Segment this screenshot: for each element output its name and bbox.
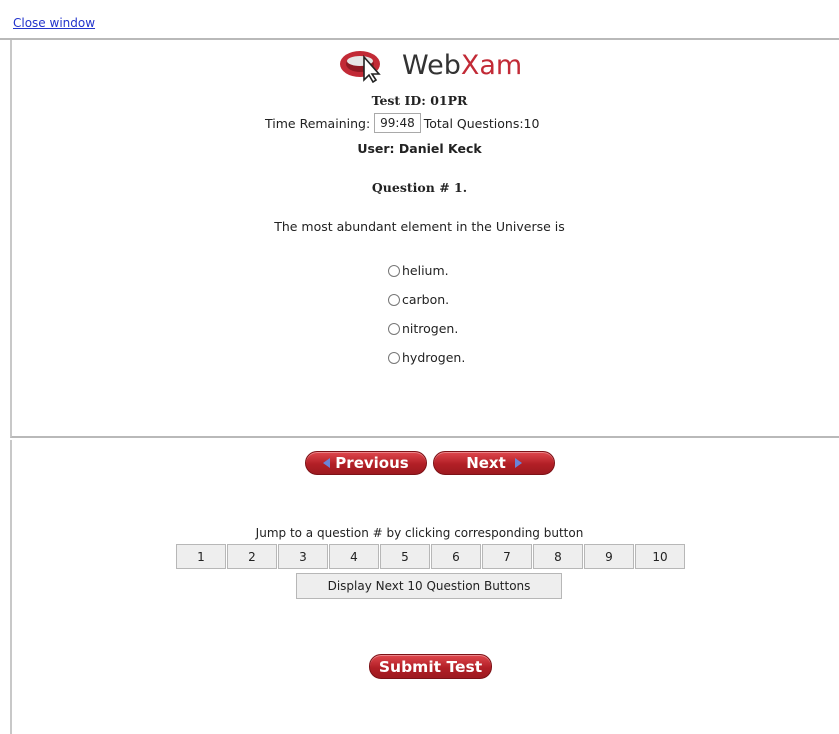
question-number-buttons: 1 2 3 4 5 6 7 8 9 10: [176, 544, 686, 569]
previous-button[interactable]: Previous: [305, 451, 427, 475]
question-text: The most abundant element in the Univers…: [274, 219, 565, 234]
time-remaining-label: Time Remaining:: [265, 115, 371, 131]
display-next-questions-button[interactable]: Display Next 10 Question Buttons: [296, 573, 562, 599]
radio-button[interactable]: [388, 322, 400, 335]
question-jump-button[interactable]: 4: [329, 544, 379, 569]
logo-web-text: Web: [402, 49, 461, 81]
answer-option[interactable]: helium.: [388, 256, 465, 285]
radio-button[interactable]: [388, 293, 400, 306]
question-jump-button[interactable]: 7: [482, 544, 532, 569]
question-jump-button[interactable]: 6: [431, 544, 481, 569]
arrow-left-icon: [323, 458, 331, 468]
answer-options: helium. carbon. nitrogen. hydrogen.: [388, 256, 465, 372]
radio-button[interactable]: [388, 264, 400, 277]
answer-label: hydrogen.: [402, 350, 466, 365]
time-row: Time Remaining: 99:48 Total Questions:10: [265, 113, 539, 133]
close-window-link[interactable]: Close window: [13, 16, 95, 30]
total-questions: Total Questions:10: [423, 115, 540, 131]
submit-test-button[interactable]: Submit Test: [369, 654, 492, 679]
webxam-cursor-logo-icon: [340, 51, 381, 83]
question-jump-button[interactable]: 8: [533, 544, 583, 569]
question-jump-button[interactable]: 3: [278, 544, 328, 569]
question-number: Question # 1.: [371, 180, 468, 195]
question-jump-button[interactable]: 5: [380, 544, 430, 569]
question-jump-button[interactable]: 2: [227, 544, 277, 569]
radio-button[interactable]: [388, 351, 400, 364]
top-bar: Close window: [0, 0, 839, 40]
answer-label: nitrogen.: [402, 321, 459, 336]
time-remaining-value: 99:48: [374, 113, 421, 133]
answer-option[interactable]: hydrogen.: [388, 343, 465, 372]
question-jump-button[interactable]: 9: [584, 544, 634, 569]
answer-option[interactable]: carbon.: [388, 285, 465, 314]
answer-label: carbon.: [402, 292, 450, 307]
logo-xam-text: Xam: [460, 49, 523, 81]
submit-test-label: Submit Test: [378, 657, 483, 676]
next-button-label: Next: [466, 454, 506, 472]
webxam-logo: WebXam: [338, 47, 522, 83]
answer-label: helium.: [402, 263, 449, 278]
user-name: User: Daniel Keck: [357, 141, 482, 156]
arrow-right-icon: [514, 458, 522, 468]
previous-button-label: Previous: [335, 454, 409, 472]
test-id: Test ID: 01PR: [371, 93, 468, 108]
jump-instruction: Jump to a question # by clicking corresp…: [255, 526, 584, 540]
answer-option[interactable]: nitrogen.: [388, 314, 465, 343]
next-button[interactable]: Next: [433, 451, 555, 475]
logo-text: WebXam: [402, 50, 522, 81]
question-jump-button[interactable]: 10: [635, 544, 685, 569]
question-jump-button[interactable]: 1: [176, 544, 226, 569]
